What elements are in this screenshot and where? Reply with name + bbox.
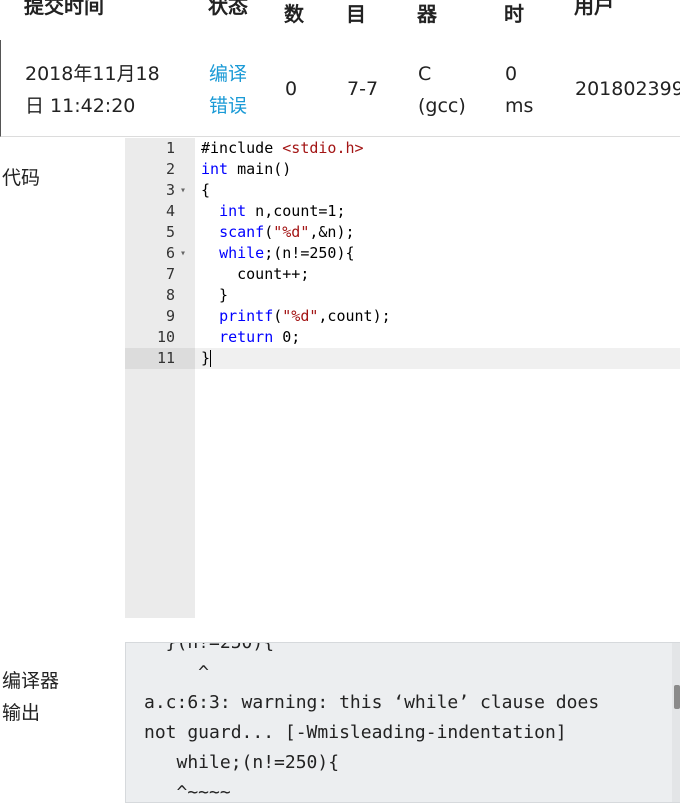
compiler-output-line: ^~~~~ [144, 782, 231, 803]
line-number: 3 [165, 181, 175, 199]
submission-row: 2018年11月18 日 11:42:20 编译 错误 0 7-7 C (gcc… [0, 40, 680, 137]
code-line[interactable]: 6 ▾ while;(n!=250){ [125, 243, 680, 264]
time-value: 0 ms [505, 58, 533, 122]
line-number: 2 [165, 160, 175, 178]
compiler-output-label-line2: 输出 [2, 702, 41, 724]
line-number: 6 [165, 244, 175, 262]
header-status[interactable]: 状态 [208, 0, 248, 19]
header-score[interactable]: 数 [284, 0, 304, 27]
code-line[interactable]: 5 scanf("%d",&n); [125, 222, 680, 243]
code-label: 代码 [2, 167, 41, 189]
line-number: 1 [165, 139, 175, 157]
compiler-output-line: a.c:6:3: warning: this ‘while’ clause do… [144, 692, 600, 713]
code-line[interactable]: 9 printf("%d",count); [125, 306, 680, 327]
code-text: } [201, 349, 212, 367]
text-cursor [210, 350, 212, 367]
line-number: 10 [156, 328, 175, 346]
line-number: 4 [165, 202, 175, 220]
header-user[interactable]: 用户 [574, 0, 614, 19]
header-compiler[interactable]: 器 [417, 0, 437, 27]
code-line[interactable]: 2 int main() [125, 159, 680, 180]
time-unit: ms [505, 95, 534, 117]
status-text-line2[interactable]: 错误 [209, 90, 247, 122]
compiler-output-line: not guard... [-Wmisleading-indentation] [144, 722, 567, 743]
score-value: 0 [285, 78, 298, 100]
compiler-name: C [418, 63, 432, 85]
code-text: return 0; [219, 328, 301, 346]
code-line[interactable]: 3 ▾ { [125, 180, 680, 201]
code-line[interactable]: 1 #include <stdio.h> [125, 138, 680, 159]
compiler-value: C (gcc) [418, 58, 466, 122]
user-value: 2018023998 [575, 78, 680, 100]
code-line[interactable]: 4 int n,count=1; [125, 201, 680, 222]
code-text: while;(n!=250){ [219, 244, 355, 262]
compiler-output-label-line1: 编译器 [2, 670, 60, 692]
compiler-variant: (gcc) [418, 95, 466, 117]
code-text: #include <stdio.h> [201, 139, 364, 157]
code-text: } [201, 286, 229, 304]
code-line[interactable]: 8 } [125, 285, 680, 306]
line-number: 11 [125, 348, 195, 369]
line-number: 7 [165, 265, 175, 283]
compiler-output-line: while;(n!=250){ [144, 752, 340, 773]
output-scrollbar-thumb[interactable] [674, 685, 680, 709]
code-text: printf("%d",count); [219, 307, 391, 325]
code-text: { [201, 181, 211, 199]
code-line[interactable]: 10 return 0; [125, 327, 680, 348]
header-time[interactable]: 时 [504, 0, 524, 27]
code-text: scanf("%d",&n); [219, 223, 355, 241]
table-header-row: 提交时间 状态 数 目 器 时 用户 [0, 0, 680, 42]
status-link[interactable]: 编译 错误 [209, 58, 247, 122]
code-line[interactable]: 11} [125, 348, 680, 369]
code-text: count++; [201, 265, 310, 283]
fold-toggle-icon[interactable]: ▾ [180, 243, 186, 264]
compiler-output-line: }(n!=250){ [144, 642, 275, 653]
line-number: 5 [165, 223, 175, 241]
time-number: 0 [505, 63, 518, 85]
header-submit-time[interactable]: 提交时间 [24, 0, 104, 19]
code-text: int main() [201, 160, 292, 178]
status-text-line1[interactable]: 编译 [209, 58, 247, 90]
header-problem[interactable]: 目 [346, 0, 366, 27]
line-number: 8 [165, 286, 175, 304]
submit-time-clock: 日 11:42:20 [25, 95, 136, 117]
compiler-output-label: 编译器 输出 [2, 665, 59, 729]
output-scrollbar[interactable] [672, 643, 680, 802]
submit-time: 2018年11月18 日 11:42:20 [25, 58, 160, 122]
compiler-output-box[interactable]: }(n!=250){ ^ a.c:6:3: warning: this ‘whil… [125, 642, 680, 803]
fold-toggle-icon[interactable]: ▾ [180, 180, 186, 201]
code-line[interactable]: 7 count++; [125, 264, 680, 285]
line-number: 9 [165, 307, 175, 325]
problem-link[interactable]: 7-7 [347, 73, 378, 105]
compiler-output-line: ^ [144, 662, 210, 683]
code-editor[interactable]: 1 #include <stdio.h> 2 int main() 3 ▾ {4 int n… [125, 138, 680, 618]
code-text: int n,count=1; [219, 202, 346, 220]
submit-time-date: 2018年11月18 [25, 63, 160, 85]
